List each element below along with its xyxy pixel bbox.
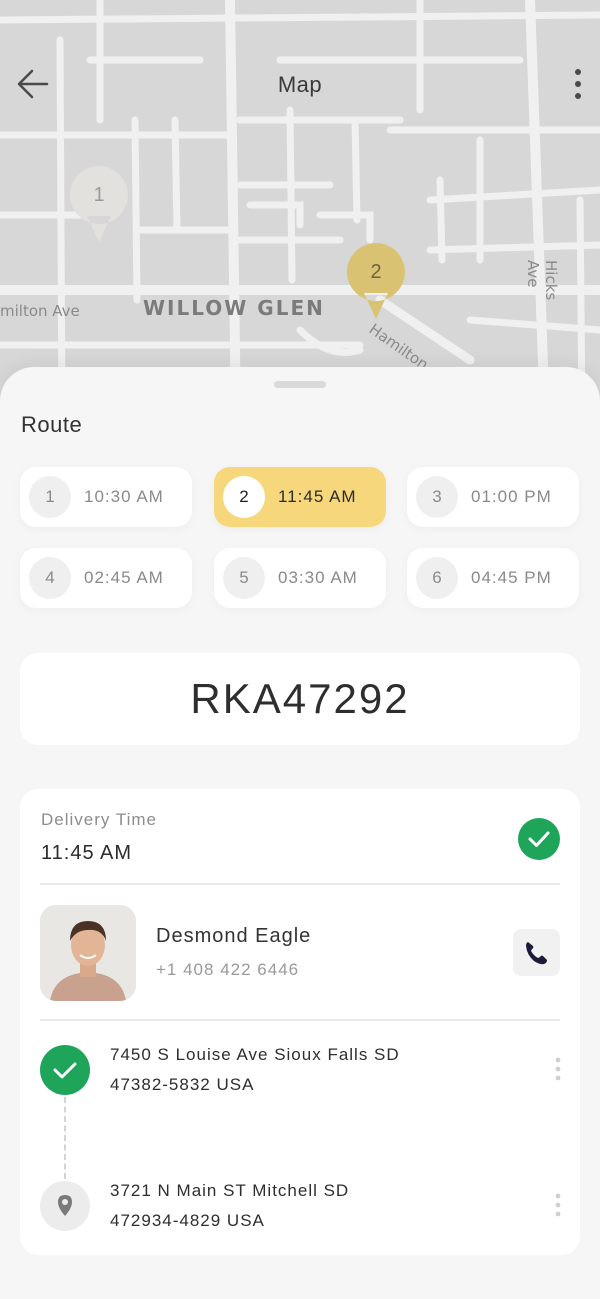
slot-number: 3	[416, 476, 458, 518]
slot-time: 03:30 AM	[278, 568, 358, 587]
divider	[40, 883, 560, 885]
stop-2-address: 3721 N Main ST Mitchell SD	[110, 1181, 350, 1200]
stop-1-zip: 47382-5832 USA	[110, 1075, 255, 1094]
more-vertical-icon	[575, 69, 581, 99]
route-slot-6[interactable]: 6 04:45 PM	[407, 548, 579, 608]
route-slot-1[interactable]: 1 10:30 AM	[20, 467, 192, 527]
call-button[interactable]	[513, 929, 560, 976]
slot-number: 2	[223, 476, 265, 518]
slot-time: 10:30 AM	[84, 487, 164, 506]
map-street-label: milton Ave	[0, 302, 80, 320]
stop-1-address: 7450 S Louise Ave Sioux Falls SD	[110, 1045, 400, 1064]
map-district-label: WILLOW GLEN	[143, 296, 325, 320]
slot-time: 04:45 PM	[471, 568, 552, 587]
divider	[40, 1019, 560, 1021]
more-vertical-icon	[555, 1193, 561, 1217]
slot-time: 01:00 PM	[471, 487, 552, 506]
slot-time: 02:45 AM	[84, 568, 164, 587]
page-title: Map	[277, 72, 323, 97]
location-pin-icon	[40, 1181, 90, 1231]
top-bar: Map	[0, 0, 600, 170]
delivery-card: Delivery Time 11:45 AM Desmond Eagle +1 …	[20, 789, 580, 1255]
slot-number: 1	[29, 476, 71, 518]
check-circle-icon	[518, 818, 560, 860]
drag-handle[interactable]	[274, 381, 326, 388]
slot-number: 6	[416, 557, 458, 599]
contact-name: Desmond Eagle	[156, 925, 312, 947]
slot-time: 11:45 AM	[278, 487, 357, 506]
delivery-time-value: 11:45 AM	[41, 842, 133, 864]
order-code: RKA47292	[20, 653, 580, 745]
map-pin-number: 2	[370, 261, 382, 283]
slot-number: 5	[223, 557, 265, 599]
route-slot-4[interactable]: 4 02:45 AM	[20, 548, 192, 608]
check-icon	[40, 1045, 90, 1095]
map-pin-1[interactable]: 1	[68, 164, 130, 244]
more-vertical-icon	[555, 1057, 561, 1081]
route-title: Route	[21, 412, 83, 437]
more-options-button[interactable]	[566, 66, 590, 102]
phone-icon	[526, 942, 547, 965]
route-connector	[64, 1097, 66, 1179]
map-street-label: Hicks Ave	[524, 260, 560, 301]
delivery-time-label: Delivery Time	[41, 810, 157, 829]
map-pin-2[interactable]: 2	[345, 241, 407, 321]
map-pin-number: 1	[93, 184, 105, 206]
stop-2-menu-button[interactable]	[548, 1188, 568, 1224]
slot-number: 4	[29, 557, 71, 599]
route-sheet: Route 1 10:30 AM 2 11:45 AM 3 01:00 PM 4…	[0, 367, 600, 1299]
stop-1-menu-button[interactable]	[548, 1052, 568, 1088]
stop-2-zip: 472934-4829 USA	[110, 1211, 265, 1230]
route-slot-3[interactable]: 3 01:00 PM	[407, 467, 579, 527]
avatar	[40, 905, 136, 1001]
contact-phone: +1 408 422 6446	[156, 960, 300, 979]
route-slot-5[interactable]: 5 03:30 AM	[214, 548, 386, 608]
route-slot-2[interactable]: 2 11:45 AM	[214, 467, 386, 527]
